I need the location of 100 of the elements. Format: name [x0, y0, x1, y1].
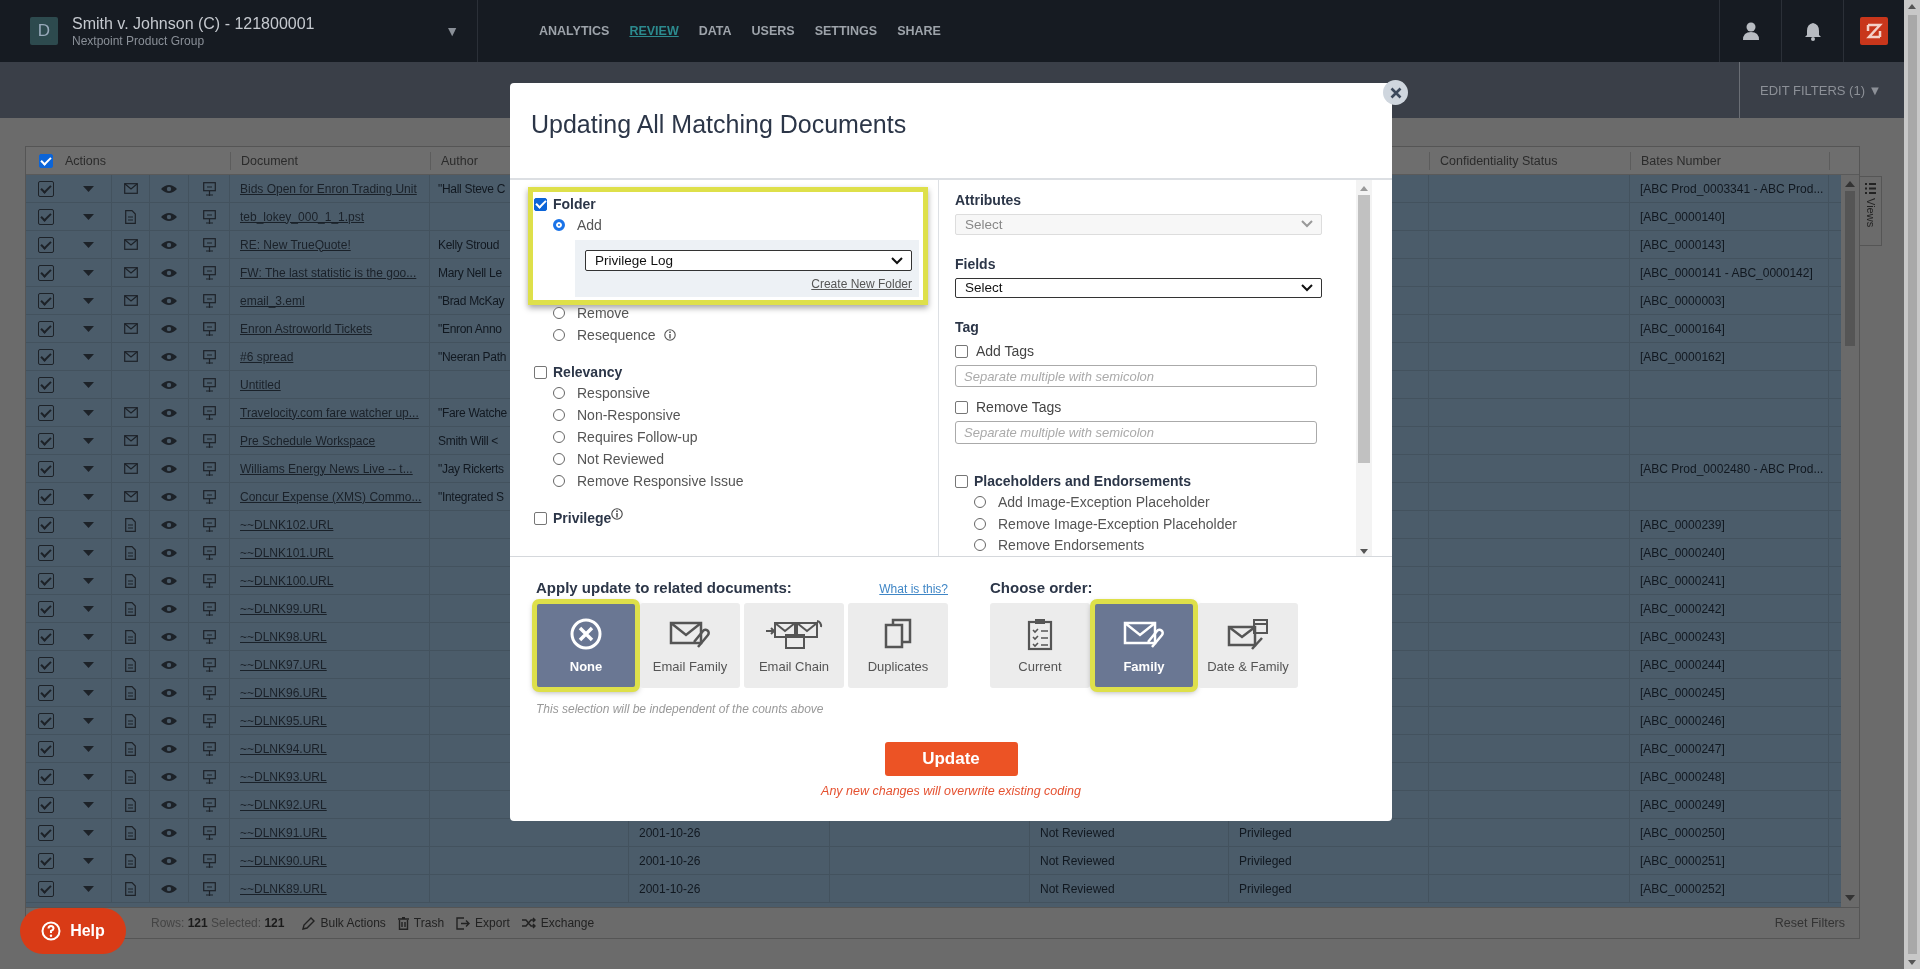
- row-checkbox[interactable]: [37, 600, 54, 617]
- presentation-icon[interactable]: [202, 853, 216, 868]
- eye-icon[interactable]: [161, 323, 177, 334]
- eye-icon[interactable]: [161, 211, 177, 222]
- row-checkbox[interactable]: [37, 460, 54, 477]
- document-link[interactable]: ~~DLNK92.URL: [240, 797, 327, 812]
- presentation-icon[interactable]: [202, 349, 216, 364]
- footer-action-button[interactable]: Exchange: [521, 916, 595, 930]
- caret-icon[interactable]: [82, 185, 94, 192]
- footer-action-button[interactable]: Export: [456, 916, 510, 930]
- row-checkbox[interactable]: [37, 712, 54, 729]
- row-checkbox[interactable]: [37, 544, 54, 561]
- presentation-icon[interactable]: [202, 377, 216, 392]
- placeholders-checkbox[interactable]: [955, 474, 968, 488]
- row-checkbox[interactable]: [37, 740, 54, 757]
- eye-icon[interactable]: [161, 379, 177, 390]
- row-checkbox[interactable]: [37, 348, 54, 365]
- tag-checkbox[interactable]: [955, 344, 968, 358]
- relevancy-checkbox[interactable]: [534, 365, 547, 379]
- presentation-icon[interactable]: [202, 573, 216, 588]
- radio-button[interactable]: [553, 219, 565, 231]
- caret-icon[interactable]: [82, 353, 94, 360]
- info-icon[interactable]: [663, 329, 676, 341]
- related-option-tile[interactable]: Email Family: [640, 603, 740, 688]
- logo-icon[interactable]: [1860, 17, 1888, 45]
- document-link[interactable]: ~~DLNK95.URL: [240, 713, 327, 728]
- row-checkbox[interactable]: [37, 404, 54, 421]
- caret-icon[interactable]: [82, 717, 94, 724]
- caret-icon[interactable]: [82, 549, 94, 556]
- presentation-icon[interactable]: [202, 489, 216, 504]
- eye-icon[interactable]: [161, 267, 177, 278]
- row-checkbox[interactable]: [37, 180, 54, 197]
- document-link[interactable]: ~~DLNK100.URL: [240, 573, 334, 588]
- presentation-icon[interactable]: [202, 433, 216, 448]
- document-link[interactable]: Bids Open for Enron Trading Unit: [240, 181, 417, 196]
- caret-icon[interactable]: [82, 801, 94, 808]
- create-folder-link[interactable]: Create New Folder: [811, 277, 912, 291]
- order-option-tile[interactable]: Current: [990, 603, 1090, 688]
- radio-button[interactable]: [974, 496, 986, 509]
- eye-icon[interactable]: [161, 715, 177, 726]
- presentation-icon[interactable]: [202, 657, 216, 672]
- eye-icon[interactable]: [161, 491, 177, 502]
- related-option-tile[interactable]: Email Chain: [744, 603, 844, 688]
- row-checkbox[interactable]: [37, 824, 54, 841]
- caret-icon[interactable]: [82, 773, 94, 780]
- caret-icon[interactable]: [82, 241, 94, 248]
- nav-tab[interactable]: SETTINGS: [814, 24, 878, 38]
- presentation-icon[interactable]: [202, 209, 216, 224]
- eye-icon[interactable]: [161, 855, 177, 866]
- eye-icon[interactable]: [161, 435, 177, 446]
- document-link[interactable]: ~~DLNK89.URL: [240, 881, 327, 896]
- presentation-icon[interactable]: [202, 181, 216, 196]
- row-checkbox[interactable]: [37, 628, 54, 645]
- document-link[interactable]: Enron Astroworld Tickets: [240, 321, 373, 336]
- eye-icon[interactable]: [161, 687, 177, 698]
- document-link[interactable]: Untitled: [240, 377, 281, 392]
- caret-icon[interactable]: [82, 605, 94, 612]
- row-checkbox[interactable]: [37, 880, 54, 897]
- folder-checkbox[interactable]: [534, 197, 547, 211]
- radio-button[interactable]: [974, 517, 986, 530]
- tags-input[interactable]: Separate multiple with semicolon: [955, 421, 1317, 444]
- presentation-icon[interactable]: [202, 797, 216, 812]
- presentation-icon[interactable]: [202, 601, 216, 616]
- document-link[interactable]: ~~DLNK97.URL: [240, 657, 327, 672]
- nav-tab[interactable]: REVIEW: [629, 24, 679, 38]
- eye-icon[interactable]: [161, 295, 177, 306]
- eye-icon[interactable]: [161, 519, 177, 530]
- document-link[interactable]: FW: The last statistic is the goo...: [240, 265, 417, 280]
- document-link[interactable]: ~~DLNK90.URL: [240, 853, 327, 868]
- row-checkbox[interactable]: [37, 656, 54, 673]
- update-button[interactable]: Update: [884, 742, 1018, 776]
- presentation-icon[interactable]: [202, 545, 216, 560]
- document-link[interactable]: Williams Energy News Live -- t...: [240, 461, 413, 476]
- radio-button[interactable]: [553, 307, 565, 319]
- caret-icon[interactable]: [82, 409, 94, 416]
- presentation-icon[interactable]: [202, 741, 216, 756]
- scroll-up-icon[interactable]: [1908, 4, 1916, 9]
- scroll-thumb[interactable]: [1907, 15, 1917, 954]
- reset-filters-button[interactable]: Reset Filters: [1774, 916, 1845, 930]
- caret-icon[interactable]: [82, 269, 94, 276]
- dialog-scrollbar[interactable]: [1356, 180, 1372, 556]
- scroll-down-icon[interactable]: [1908, 960, 1916, 965]
- eye-icon[interactable]: [161, 547, 177, 558]
- document-link[interactable]: ~~DLNK96.URL: [240, 685, 327, 700]
- row-checkbox[interactable]: [37, 852, 54, 869]
- nav-tab[interactable]: SHARE: [897, 24, 941, 38]
- caret-icon[interactable]: [82, 325, 94, 332]
- caret-icon[interactable]: [82, 437, 94, 444]
- eye-icon[interactable]: [161, 771, 177, 782]
- footer-action-button[interactable]: Trash: [397, 916, 445, 930]
- eye-icon[interactable]: [161, 743, 177, 754]
- caret-icon[interactable]: [82, 661, 94, 668]
- eye-icon[interactable]: [161, 883, 177, 894]
- nav-tab[interactable]: USERS: [751, 24, 795, 38]
- related-option-tile[interactable]: Duplicates: [848, 603, 948, 688]
- footer-action-button[interactable]: Bulk Actions: [302, 916, 386, 930]
- caret-icon[interactable]: [82, 745, 94, 752]
- privilege-checkbox[interactable]: [534, 511, 547, 525]
- eye-icon[interactable]: [161, 239, 177, 250]
- scroll-up-icon[interactable]: [1360, 186, 1368, 191]
